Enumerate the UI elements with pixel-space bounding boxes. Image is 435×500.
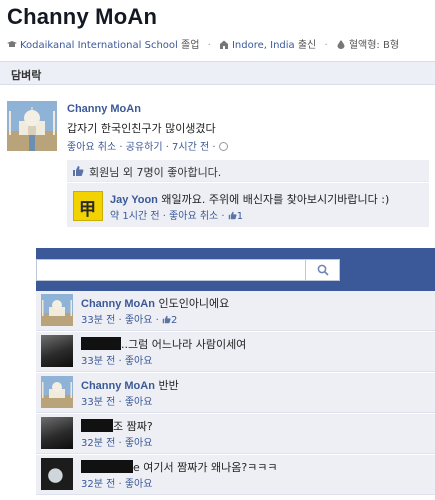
comment-meta: 33분 전 · 좋아요 <box>81 352 152 367</box>
graduation-cap-icon <box>7 41 17 47</box>
thread-comment: e 여기서 짬짜가 왜나옴?ㅋㅋㅋ 32분 전 · 좋아요 <box>36 455 435 495</box>
commenter-avatar[interactable]: 甲 <box>73 191 103 221</box>
comment-meta: 32분 전 · 좋아요 <box>81 475 152 490</box>
school-suffix: 졸업 <box>181 40 200 51</box>
avatar-character: 甲 <box>79 200 96 220</box>
comment-line: Channy MoAn 반반 <box>81 377 179 393</box>
comment-meta-links[interactable]: 32분 전 · 좋아요 <box>81 479 152 490</box>
search-button[interactable] <box>306 259 340 281</box>
section-title: 담벼락 <box>11 69 42 82</box>
redacted-name <box>81 419 113 432</box>
search-input[interactable] <box>36 259 306 281</box>
thread-comment: Channy MoAn 반반 33분 전 · 좋아요 <box>36 373 435 413</box>
comment-like-count[interactable]: 1 <box>237 211 243 222</box>
thumbs-up-icon <box>162 315 171 324</box>
comment-meta: 33분 전 · 좋아요 <box>81 393 152 408</box>
thread-comment: 조 짬짜? 32분 전 · 좋아요 <box>36 414 435 454</box>
comment-text: ..그럼 어느나라 사람이세여 <box>121 338 247 351</box>
search-icon <box>317 264 329 276</box>
redacted-name <box>81 337 121 350</box>
hometown-suffix: 출신 <box>297 40 317 51</box>
nav-bar-bottom <box>36 281 435 291</box>
profile-name[interactable]: Channy MoAn <box>7 4 157 30</box>
thumbs-up-icon <box>228 211 237 220</box>
comment-meta: 33분 전 · 좋아요 · 2 <box>81 311 177 326</box>
comment-meta-links[interactable]: 33분 전 · 좋아요 · <box>81 315 162 326</box>
school-link[interactable]: Kodaikanal International School <box>20 40 178 51</box>
post-author[interactable]: Channy MoAn <box>67 103 141 115</box>
blood-type: 혈액형: B형 <box>348 40 400 51</box>
comment-line: Jay Yoon 왜일까요. 주위에 배신자를 찾아보시기바랍니다 :) <box>110 191 389 207</box>
comment-meta-links[interactable]: 약 1시간 전 · 좋아요 취소 · <box>110 211 228 222</box>
separator: · <box>207 40 211 51</box>
post-text: 갑자기 한국인친구가 많이생겼다 <box>67 122 216 135</box>
top-nav-bar <box>36 248 435 259</box>
home-icon <box>219 40 228 49</box>
comment-line: Channy MoAn 인도인아니에요 <box>81 295 229 311</box>
post-action-links[interactable]: 좋아요 취소 · 공유하기 · 7시간 전 · <box>67 142 219 153</box>
comment-meta-links[interactable]: 32분 전 · 좋아요 <box>81 438 152 449</box>
wall-section-header: 담벼락 <box>0 61 435 85</box>
comment-meta-links[interactable]: 33분 전 · 좋아요 <box>81 356 152 367</box>
comment-line: e 여기서 짬짜가 왜나옴?ㅋㅋㅋ <box>81 459 278 475</box>
commenter-avatar[interactable] <box>41 376 73 408</box>
commenter-avatar[interactable] <box>41 458 73 490</box>
comment-text: 왜일까요. 주위에 배신자를 찾아보시기바랍니다 :) <box>161 193 390 206</box>
thread-comment: ..그럼 어느나라 사람이세여 33분 전 · 좋아요 <box>36 332 435 372</box>
comment-line: ..그럼 어느나라 사람이세여 <box>81 336 246 352</box>
comment-line: 조 짬짜? <box>81 418 153 434</box>
commenter-avatar[interactable] <box>41 335 73 367</box>
comment-meta: 약 1시간 전 · 좋아요 취소 · 1 <box>110 207 243 222</box>
comment-text: 조 짬짜? <box>113 420 153 433</box>
comment-author[interactable]: Jay Yoon <box>110 194 158 206</box>
comment-author[interactable]: Channy MoAn <box>81 380 155 392</box>
commenter-avatar[interactable] <box>41 417 73 449</box>
comment-text: e 여기서 짬짜가 왜나옴?ㅋㅋㅋ <box>133 461 278 474</box>
post-actions: 좋아요 취소 · 공유하기 · 7시간 전 · <box>67 138 228 153</box>
hometown-link[interactable]: Indore, India <box>232 40 295 51</box>
comment-text: 인도인아니에요 <box>158 297 230 310</box>
comment-text: 반반 <box>158 379 179 392</box>
profile-info-line: Kodaikanal International School 졸업 · Ind… <box>7 36 399 51</box>
likes-text[interactable]: 회원님 외 7명이 좋아합니다. <box>89 164 221 180</box>
comment-meta: 32분 전 · 좋아요 <box>81 434 152 449</box>
comment-thread-panel: Channy MoAn 인도인아니에요 33분 전 · 좋아요 · 2 ..그럼… <box>36 248 435 500</box>
nav-bar-right <box>340 259 435 281</box>
globe-icon <box>218 142 228 151</box>
likes-summary: 회원님 외 7명이 좋아합니다. <box>67 160 429 182</box>
comment-meta-links[interactable]: 33분 전 · 좋아요 <box>81 397 152 408</box>
author-avatar[interactable] <box>7 101 57 151</box>
separator: · <box>324 40 328 51</box>
commenter-avatar[interactable] <box>41 294 73 326</box>
comment-like-count[interactable]: 2 <box>171 315 177 326</box>
comment-author[interactable]: Channy MoAn <box>81 298 155 310</box>
thumbs-up-icon <box>73 166 84 176</box>
thread-comment: Channy MoAn 인도인아니에요 33분 전 · 좋아요 · 2 <box>36 291 435 331</box>
comment: 甲 Jay Yoon 왜일까요. 주위에 배신자를 찾아보시기바랍니다 :) 약… <box>67 183 429 227</box>
redacted-name <box>81 460 133 473</box>
blood-drop-icon <box>337 40 345 49</box>
